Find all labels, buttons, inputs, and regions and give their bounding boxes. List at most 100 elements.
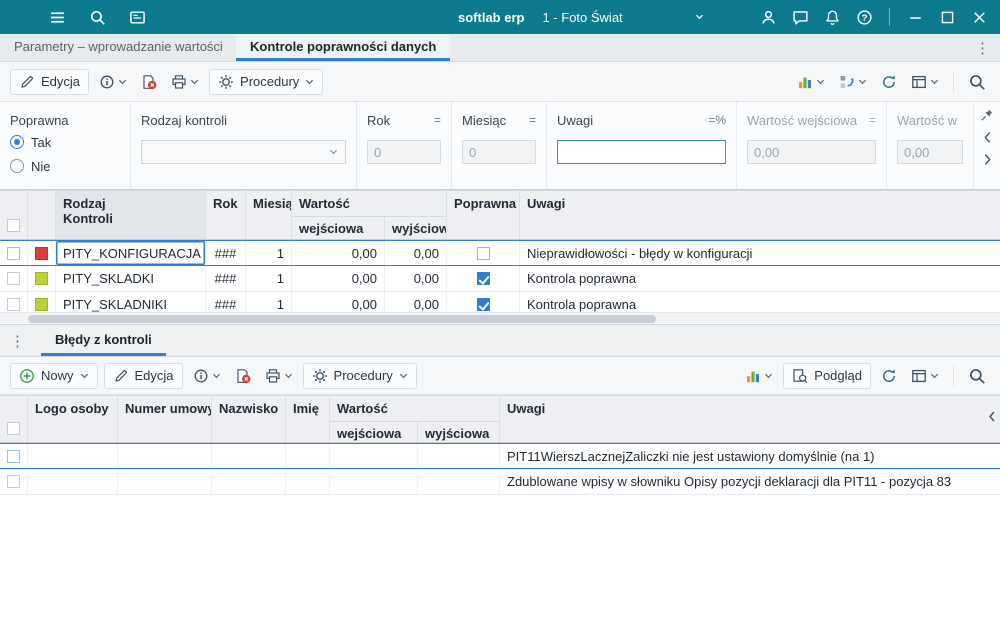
col-header-wejsciowa[interactable]: wejściowa [292,217,385,239]
refresh-button[interactable] [877,70,901,94]
procedures-button[interactable]: Procedury [209,68,324,95]
col-header-uwagi[interactable]: Uwagi [500,396,1000,442]
rok-operator[interactable]: = [434,113,441,127]
tab-bledy-z-kontroli[interactable]: Błędy z kontroli [41,325,166,356]
filter-scroll-left-icon[interactable] [983,131,992,144]
miesiac-input[interactable] [462,140,536,164]
rok-input[interactable] [367,140,441,164]
col-header-nazwisko[interactable]: Nazwisko [212,396,286,442]
radio-nie[interactable] [10,159,24,173]
search-button[interactable] [964,69,990,95]
col-header-wyjsciowa[interactable]: wyjściowa [418,422,499,442]
panel-collapse-icon[interactable] [988,410,996,423]
cell-rodzaj[interactable]: PITY_SKLADKI [56,266,206,291]
col-header-uwagi[interactable]: Uwagi [520,191,1000,239]
col-header-numer-umowy[interactable]: Numer umowy [118,396,212,442]
panel-menu-icon[interactable]: ⋮ [0,325,35,356]
table-row[interactable]: PITY_KONFIGURACJA ### 1 0,00 0,00 Niepra… [0,240,1000,266]
cell-miesiac[interactable]: 1 [246,241,292,265]
filter-scroll-right-icon[interactable] [983,153,992,166]
modules-icon[interactable] [124,4,150,30]
poprawna-checkbox[interactable] [476,246,490,260]
horizontal-scrollbar[interactable] [0,312,1000,324]
cell-wartosc-wy[interactable] [418,444,500,468]
search-button[interactable] [964,363,990,389]
edit-button[interactable]: Edycja [10,68,90,95]
row-select-checkbox[interactable] [7,272,20,285]
cell-numer[interactable] [118,444,212,468]
uwagi-operator[interactable]: =% [708,113,726,127]
cell-nazwisko[interactable] [212,444,286,468]
delete-button[interactable] [137,70,161,94]
cell-rodzaj[interactable]: PITY_SKLADNIKI [56,292,206,312]
wartosc-we-operator[interactable]: = [869,113,876,127]
cell-wartosc-wy[interactable]: 0,00 [385,241,447,265]
tab-kontrole-poprawnosci[interactable]: Kontrole poprawności danych [236,34,451,61]
delete-button[interactable] [231,364,255,388]
col-header-wejsciowa[interactable]: wejściowa [330,422,418,442]
cell-wartosc-we[interactable]: 0,00 [292,266,385,291]
print-button[interactable] [167,70,203,94]
cell-wartosc-wy[interactable]: 0,00 [385,292,447,312]
close-button[interactable] [966,4,992,30]
cell-uwagi[interactable]: Kontrola poprawna [520,266,1000,291]
cell-uwagi[interactable]: PIT11WierszLacznejZaliczki nie jest usta… [500,444,1000,468]
info-button[interactable] [95,70,131,94]
layout-button[interactable] [907,70,943,94]
cell-miesiac[interactable]: 1 [246,292,292,312]
cell-uwagi[interactable]: Kontrola poprawna [520,292,1000,312]
preview-button[interactable]: Podgląd [783,362,871,389]
cell-rok[interactable]: ### [206,241,246,265]
cell-miesiac[interactable]: 1 [246,266,292,291]
print-button[interactable] [261,364,297,388]
miesiac-operator[interactable]: = [529,113,536,127]
cell-nazwisko[interactable] [212,469,286,494]
radio-option-tak[interactable]: Tak [10,130,120,154]
col-header-rodzaj-kontroli[interactable]: Rodzaj Kontroli [56,191,206,239]
table-row[interactable]: PITY_SKLADKI ### 1 0,00 0,00 Kontrola po… [0,266,1000,292]
edit-button[interactable]: Edycja [103,362,183,389]
table-row[interactable]: Zdublowane wpisy w słowniku Opisy pozycj… [0,469,1000,495]
cell-uwagi[interactable]: Nieprawidłowości - błędy w konfiguracji [520,241,1000,265]
col-header-logo-osoby[interactable]: Logo osoby [28,396,118,442]
maximize-button[interactable] [934,4,960,30]
cell-rodzaj[interactable]: PITY_KONFIGURACJA [56,241,206,265]
wartosc-we-input[interactable] [747,140,876,164]
cell-wartosc-wy[interactable]: 0,00 [385,266,447,291]
row-select-checkbox[interactable] [7,298,20,311]
chart-button[interactable] [793,70,829,94]
poprawna-checkbox[interactable] [476,272,490,285]
select-all-checkbox[interactable] [7,219,20,232]
wartosc-wy-input[interactable] [897,140,963,164]
row-select-checkbox[interactable] [7,475,20,488]
col-header-imie[interactable]: Imię [286,396,330,442]
tab-parametry[interactable]: Parametry – wprowadzanie wartości [0,34,236,61]
pin-icon[interactable] [980,108,994,122]
cell-wartosc-we[interactable] [330,469,418,494]
global-search-icon[interactable] [84,4,110,30]
info-button[interactable] [189,364,225,388]
minimize-button[interactable] [902,4,928,30]
table-row[interactable]: PIT11WierszLacznejZaliczki nie jest usta… [0,443,1000,469]
company-selector[interactable]: 1 - Foto Świat [542,10,703,25]
col-header-wartosc[interactable]: Wartość wejściowa wyjściowa [330,396,500,442]
radio-tak[interactable] [10,135,24,149]
cell-logo[interactable] [28,469,118,494]
cell-wartosc-wy[interactable] [418,469,500,494]
cell-wartosc-we[interactable] [330,444,418,468]
cell-imie[interactable] [286,469,330,494]
rodzaj-kontroli-select[interactable] [141,140,346,164]
cell-uwagi[interactable]: Zdublowane wpisy w słowniku Opisy pozycj… [500,469,1000,494]
table-row[interactable]: PITY_SKLADNIKI ### 1 0,00 0,00 Kontrola … [0,292,1000,312]
views-button[interactable] [835,70,871,94]
tab-overflow-icon[interactable]: ⋮ [965,34,1000,61]
cell-rok[interactable]: ### [206,266,246,291]
procedures-button[interactable]: Procedury [302,362,417,389]
cell-rok[interactable]: ### [206,292,246,312]
chart-button[interactable] [741,364,777,388]
refresh-button[interactable] [877,364,901,388]
layout-button[interactable] [907,364,943,388]
poprawna-checkbox[interactable] [476,298,490,311]
chat-icon[interactable] [787,4,813,30]
cell-wartosc-we[interactable]: 0,00 [292,292,385,312]
